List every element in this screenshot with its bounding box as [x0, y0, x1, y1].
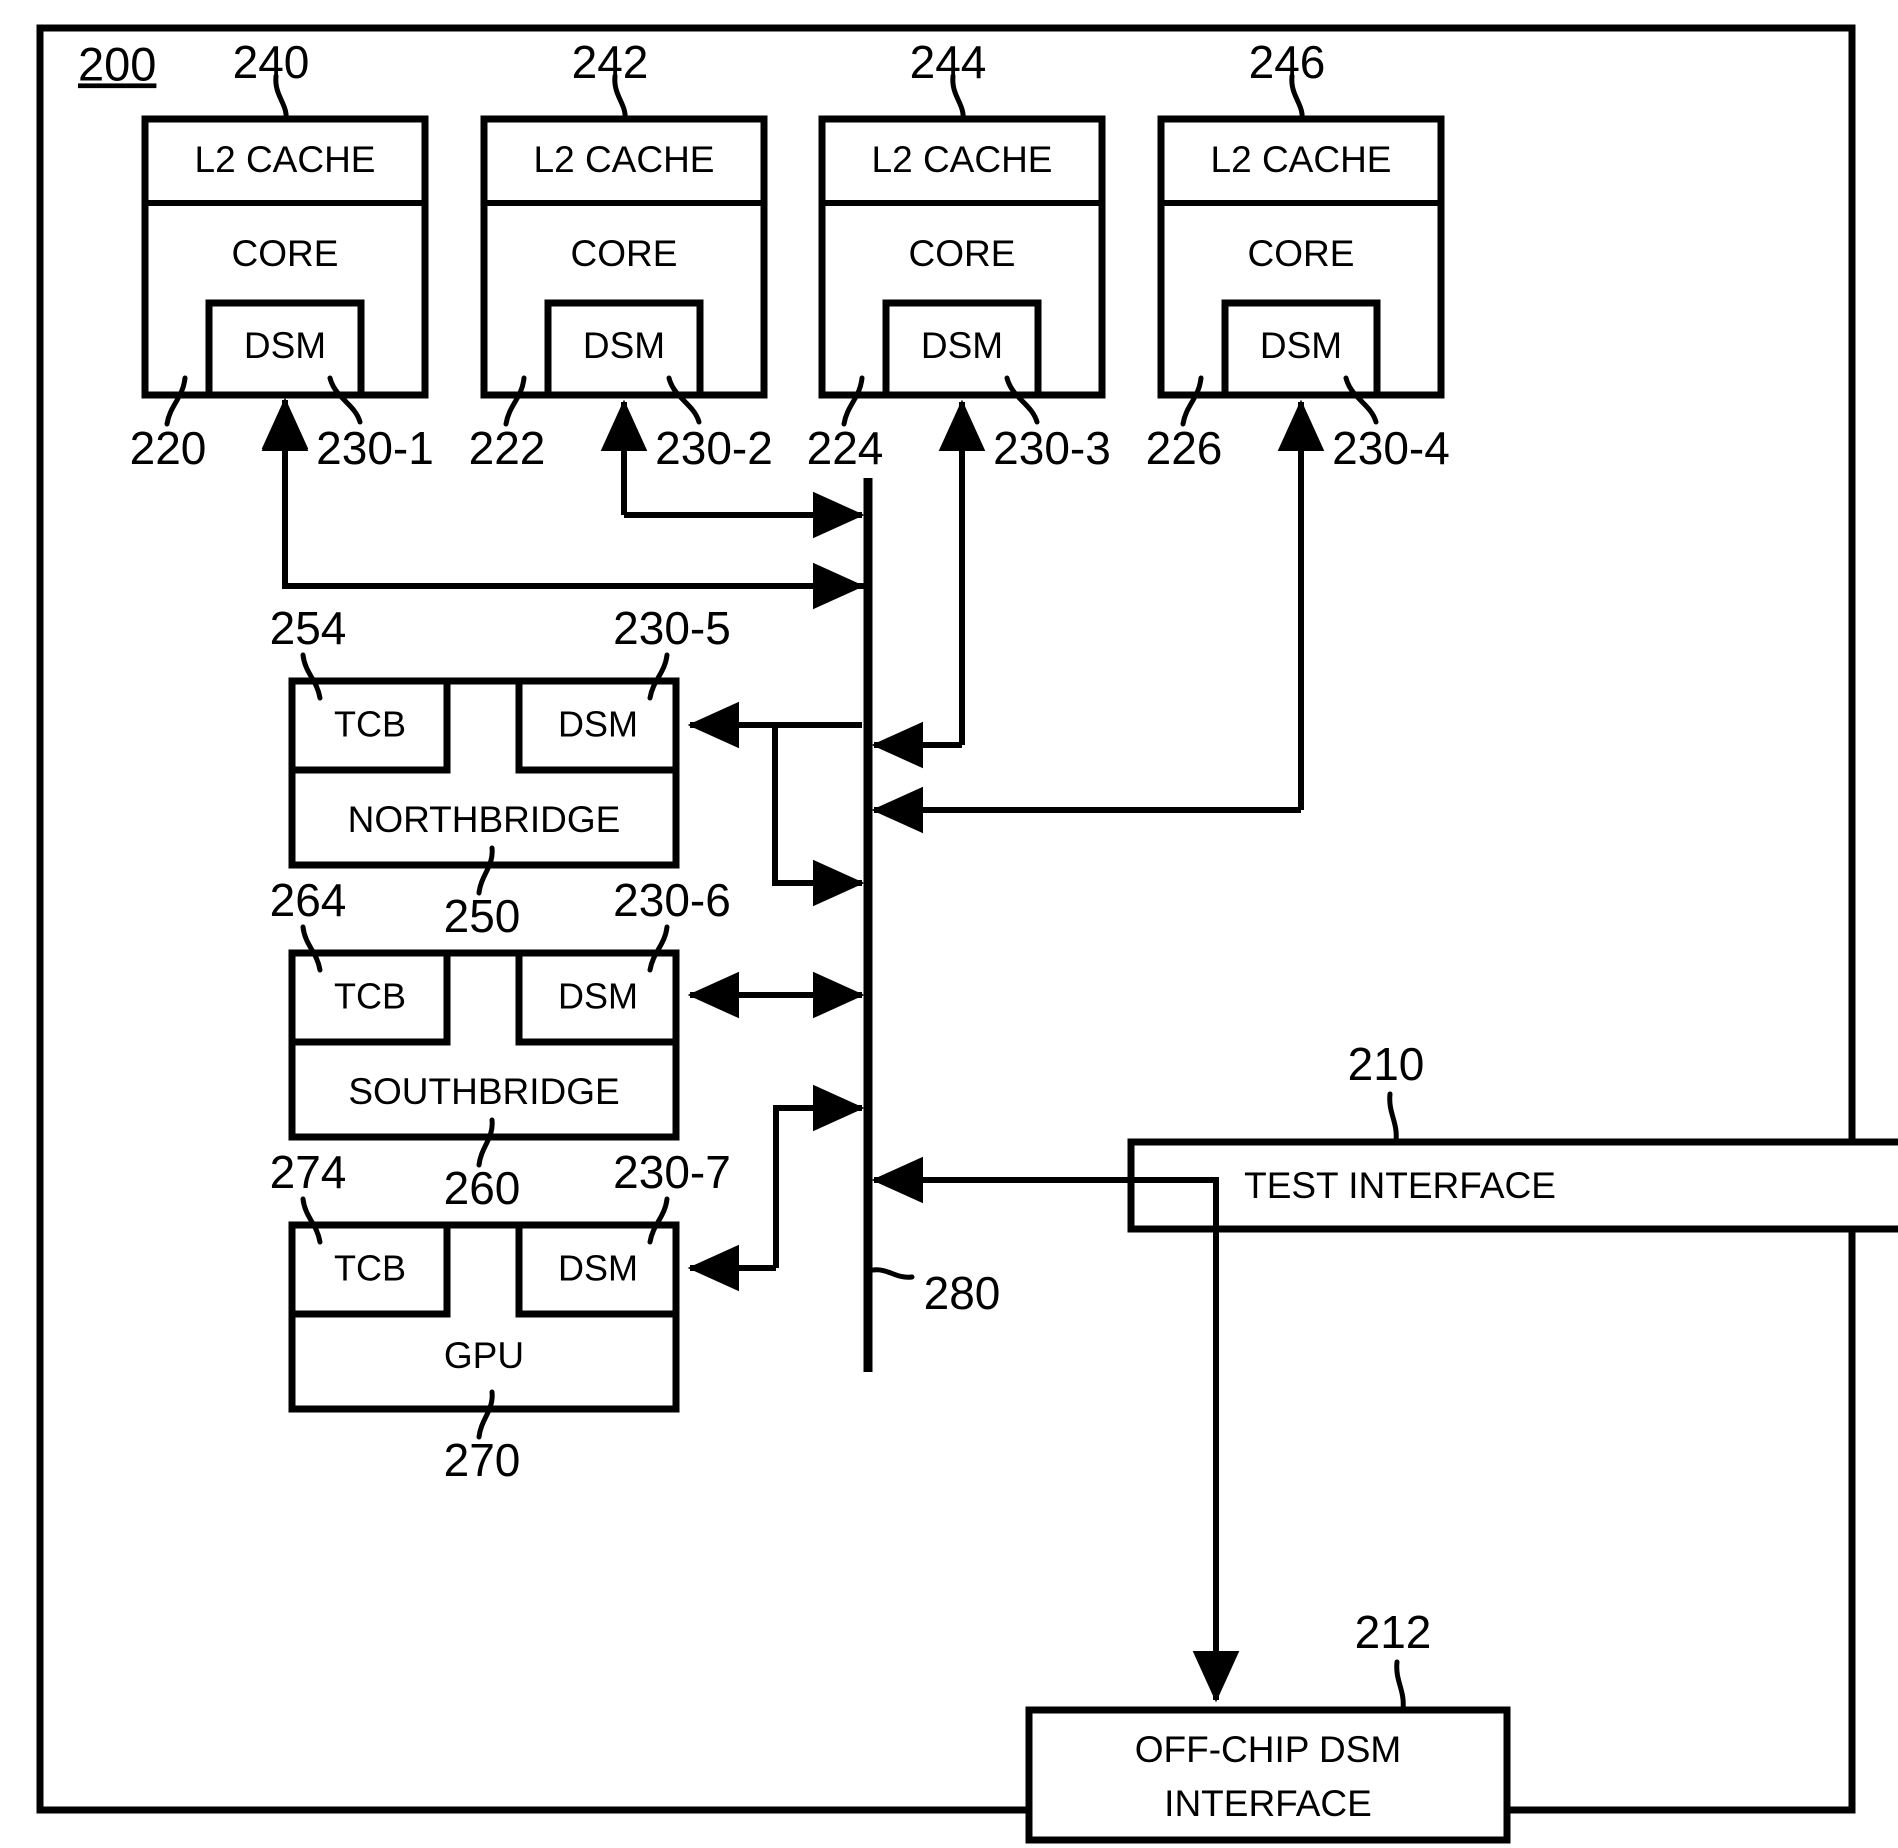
off-chip-dsm-label-line2: INTERFACE	[1164, 1783, 1372, 1824]
ref-230-3: 230-3	[993, 422, 1111, 474]
ref-254: 254	[270, 602, 347, 654]
l2-cache-label-4: L2 CACHE	[1211, 139, 1392, 180]
lead-line-280	[870, 1267, 915, 1280]
ref-250: 250	[444, 890, 521, 942]
gpu-dsm-label: DSM	[558, 1248, 638, 1289]
dsm-label-3: DSM	[921, 325, 1003, 366]
northbridge-label: NORTHBRIDGE	[348, 799, 621, 840]
ref-230-7: 230-7	[613, 1146, 731, 1198]
patent-figure-svg: 200 L2 CACHE CORE DSM 240 220 230-1 L2 C…	[36, 24, 1898, 1844]
dsm-label-4: DSM	[1260, 325, 1342, 366]
ref-270: 270	[444, 1434, 521, 1486]
ref-240: 240	[233, 36, 310, 88]
arrow-gpu-dsm-to-bus	[773, 1084, 865, 1268]
ref-224: 224	[807, 422, 884, 474]
figure-number: 200	[78, 37, 156, 90]
ref-230-1: 230-1	[316, 422, 434, 474]
ref-230-5: 230-5	[613, 602, 731, 654]
ref-246: 246	[1249, 36, 1326, 88]
ref-226: 226	[1146, 422, 1223, 474]
lead-line-212	[1394, 1659, 1406, 1712]
off-chip-dsm-label-line1: OFF-CHIP DSM	[1135, 1729, 1402, 1770]
ref-244: 244	[910, 36, 987, 88]
off-chip-dsm-interface-block: OFF-CHIP DSM INTERFACE 212	[1025, 1606, 1511, 1844]
ref-230-2: 230-2	[655, 422, 773, 474]
test-interface-label: TEST INTERFACE	[1244, 1165, 1556, 1206]
core-label-1: CORE	[232, 233, 339, 274]
core-cluster-4: L2 CACHE CORE DSM 246 226 230-4	[1146, 36, 1450, 474]
core-label-2: CORE	[571, 233, 678, 274]
ref-230-4: 230-4	[1332, 422, 1450, 474]
test-interface-block: TEST INTERFACE 210	[1127, 1038, 1898, 1233]
gpu-tcb-label: TCB	[334, 1248, 406, 1289]
core-label-4: CORE	[1248, 233, 1355, 274]
ref-220: 220	[130, 422, 207, 474]
dsm-label-1: DSM	[244, 325, 326, 366]
ref-260: 260	[444, 1162, 521, 1214]
l2-cache-label-2: L2 CACHE	[534, 139, 715, 180]
core-cluster-2: L2 CACHE CORE DSM 242 222 230-2	[469, 36, 773, 474]
ref-210: 210	[1348, 1038, 1425, 1090]
ref-230-6: 230-6	[613, 874, 731, 926]
dsm-label-2: DSM	[583, 325, 665, 366]
southbridge-tcb-label: TCB	[334, 976, 406, 1017]
arrow-nb-dsm-to-bus	[772, 725, 865, 907]
ref-242: 242	[572, 36, 649, 88]
northbridge-tcb-label: TCB	[334, 704, 406, 745]
southbridge-dsm-label: DSM	[558, 976, 638, 1017]
ref-264: 264	[270, 874, 347, 926]
core-cluster-1: L2 CACHE CORE DSM 240 220 230-1	[130, 36, 434, 474]
arrow-bus-to-offchip-dsm	[874, 1177, 1240, 1703]
core-cluster-3: L2 CACHE CORE DSM 244 224 230-3	[807, 36, 1111, 474]
southbridge-label: SOUTHBRIDGE	[348, 1071, 619, 1112]
l2-cache-label-1: L2 CACHE	[195, 139, 376, 180]
ref-222: 222	[469, 422, 546, 474]
figure-canvas: 200 L2 CACHE CORE DSM 240 220 230-1 L2 C…	[0, 0, 1898, 1848]
gpu-label: GPU	[444, 1335, 524, 1376]
ref-274: 274	[270, 1146, 347, 1198]
ref-280: 280	[924, 1267, 1001, 1319]
core-label-3: CORE	[909, 233, 1016, 274]
northbridge-dsm-label: DSM	[558, 704, 638, 745]
ref-212: 212	[1355, 1606, 1432, 1658]
lead-line-210	[1387, 1091, 1399, 1144]
l2-cache-label-3: L2 CACHE	[872, 139, 1053, 180]
